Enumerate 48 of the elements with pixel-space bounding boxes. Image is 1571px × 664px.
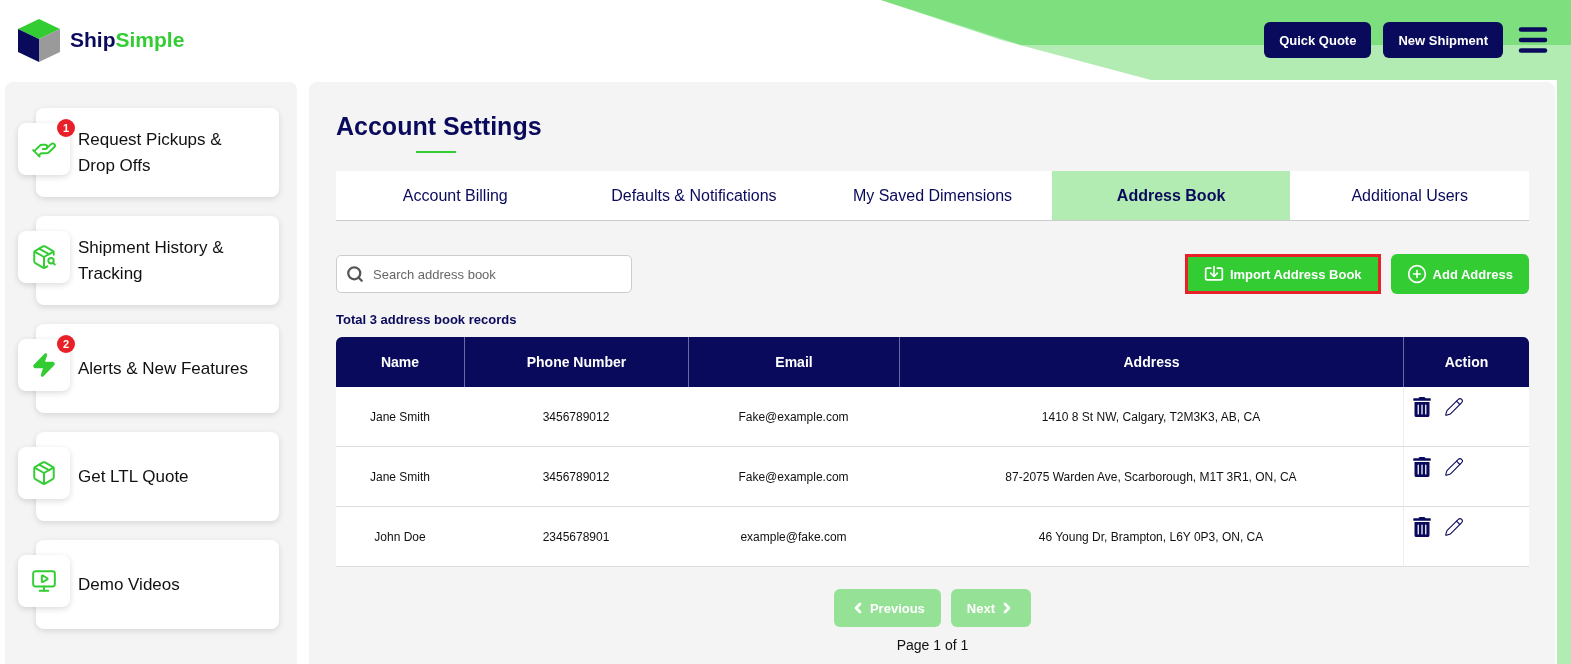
table-cell: 2345678901	[464, 507, 688, 567]
sidebar-label: Shipment History & Tracking	[78, 236, 225, 285]
table-cell: 3456789012	[464, 447, 688, 507]
header-button[interactable]: New Shipment	[1383, 22, 1503, 58]
sidebar-card[interactable]: Get LTL Quote	[36, 432, 279, 521]
search-field[interactable]: Search address book	[336, 255, 632, 293]
sidebar-icon	[31, 244, 57, 270]
settings-tab[interactable]: Address Book	[1051, 171, 1291, 220]
table-cell: 3456789012	[464, 387, 688, 447]
trash-icon[interactable]	[1412, 457, 1432, 477]
table-cell: Jane Smith	[336, 387, 464, 447]
column-header: Action	[1403, 337, 1529, 387]
pencil-icon[interactable]	[1444, 517, 1464, 537]
table-cell: 46 Young Dr, Brampton, L6Y 0P3, ON, CA	[899, 507, 1403, 567]
trash-icon[interactable]	[1412, 517, 1432, 537]
sidebar-label: Get LTL Quote	[78, 465, 190, 488]
table-cell: 1410 8 St NW, Calgary, T2M3K3, AB, CA	[899, 387, 1403, 447]
import-icon	[1203, 264, 1224, 284]
cube-logo-icon	[16, 17, 62, 63]
sidebar-icon	[31, 568, 57, 594]
table-cell: 87-2075 Warden Ave, Scarborough, M1T 3R1, ON, CA	[899, 447, 1403, 507]
sidebar-label: Alerts & New Features	[78, 357, 250, 380]
sidebar-label: Demo Videos	[78, 573, 181, 596]
sidebar-icon	[31, 460, 57, 486]
pencil-icon[interactable]	[1444, 397, 1464, 417]
sidebar-label: Request Pickups & Drop Offs	[78, 128, 223, 177]
logo-text: ShipSimple	[70, 28, 185, 52]
table-cell: example@fake.com	[688, 507, 899, 567]
column-header: Name	[336, 337, 464, 387]
sidebar-card[interactable]: Shipment History & Tracking	[36, 216, 279, 305]
table-cell: Fake@example.com	[688, 387, 899, 447]
table-cell: Jane Smith	[336, 447, 464, 507]
records-count: Total 3 address book records	[336, 312, 518, 327]
title-underline	[416, 151, 456, 153]
sidebar-icon	[31, 352, 57, 378]
column-header: Address	[899, 337, 1403, 387]
table-cell: Fake@example.com	[688, 447, 899, 507]
trash-icon[interactable]	[1412, 397, 1432, 417]
page-indicator: Page 1 of 1	[895, 637, 970, 653]
pencil-icon[interactable]	[1444, 457, 1464, 477]
column-header: Phone Number	[464, 337, 688, 387]
search-icon	[346, 265, 364, 283]
plus-circle-icon	[1406, 264, 1427, 284]
table-cell: John Doe	[336, 507, 464, 567]
sidebar-card[interactable]: Demo Videos	[36, 540, 279, 629]
page-title: Account Settings	[336, 112, 543, 141]
header-button[interactable]: Quick Quote	[1264, 22, 1372, 58]
column-header: Email	[688, 337, 899, 387]
